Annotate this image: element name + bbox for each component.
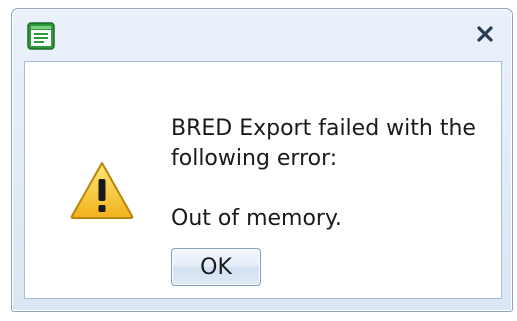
- message-line-1: BRED Export failed with the: [171, 116, 476, 141]
- dialog-body: BRED Export failed with the following er…: [24, 61, 502, 299]
- dialog-window: BRED Export failed with the following er…: [11, 8, 513, 312]
- error-message: BRED Export failed with the following er…: [171, 114, 501, 234]
- warning-icon: [70, 162, 134, 219]
- ok-button[interactable]: OK: [171, 248, 261, 286]
- window-form-icon: [27, 22, 55, 50]
- error-text: Out of memory.: [171, 206, 342, 231]
- message-line-2: following error:: [171, 146, 338, 171]
- close-button[interactable]: [472, 21, 498, 47]
- title-bar[interactable]: [12, 9, 512, 61]
- close-icon: [477, 26, 493, 42]
